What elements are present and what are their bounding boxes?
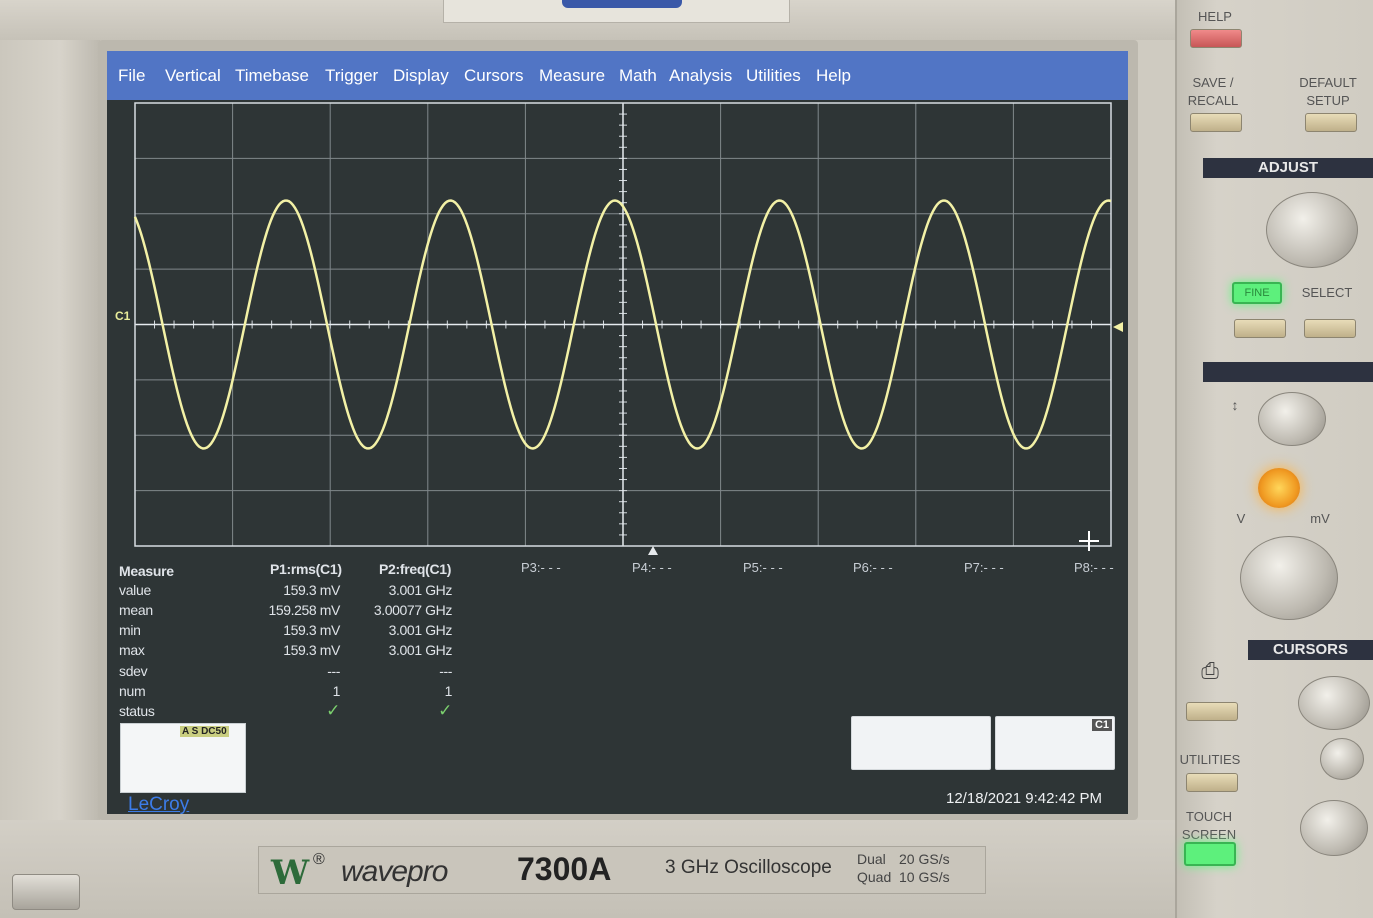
p1-sdev-value: --- [327, 663, 340, 679]
utilities-button[interactable] [1186, 773, 1238, 792]
crosshair-cursor [1079, 531, 1099, 551]
touch-screen-label: TOUCH SCREEN [1181, 809, 1237, 842]
volts-label: V [1236, 511, 1246, 526]
measure-row-label: num [119, 683, 146, 699]
help-button[interactable] [1190, 29, 1242, 48]
param-p7[interactable]: P7:- - - [964, 560, 1004, 575]
default-setup-button[interactable] [1305, 113, 1357, 132]
vertical-section-header [1203, 362, 1373, 382]
waveform-display[interactable] [107, 51, 1128, 814]
utilities-label: UTILITIES [1179, 752, 1241, 767]
cursor-knob[interactable] [1298, 676, 1370, 730]
save-recall-button[interactable] [1190, 113, 1242, 132]
graticule-ticks [134, 102, 1112, 547]
param-p8[interactable]: P8:- - - [1074, 560, 1114, 575]
volts-per-div-knob[interactable] [1240, 536, 1338, 620]
param-p3[interactable]: P3:- - - [521, 560, 561, 575]
vertical-position-knob[interactable] [1258, 392, 1326, 446]
trigger-level-marker [1113, 322, 1123, 332]
touch-screen-button[interactable] [1184, 842, 1236, 866]
fine-button[interactable]: FINE [1232, 282, 1282, 304]
p2-max-value: 3.001 GHz [388, 642, 453, 658]
measure-row-label: min [119, 622, 141, 638]
printer-icon: ⎙ [1201, 658, 1219, 683]
p1-value-value: 159.3 mV [283, 582, 340, 598]
registered-mark: ® [313, 851, 325, 868]
c1-channel-descriptor[interactable]: A S DC50 [120, 723, 246, 793]
timebase-descriptor[interactable] [851, 716, 991, 770]
param-p5[interactable]: P5:- - - [743, 560, 783, 575]
quad-rate: 10 GS/s [899, 869, 950, 885]
lecroy-logo: W [271, 853, 310, 893]
nameplate: W ® wavepro 7300A 3 GHz Oscilloscope Dua… [258, 846, 986, 894]
c1-coupling-tag: A S DC50 [180, 726, 229, 737]
measure-row-label: sdev [119, 663, 148, 679]
millivolts-label: mV [1310, 511, 1330, 526]
power-button[interactable] [12, 874, 80, 910]
left-frame [0, 40, 100, 840]
save-recall-label: SAVE / RECALL [1187, 75, 1239, 108]
p1-mean-value: 159.258 mV [268, 602, 341, 618]
default-setup-label: DEFAULT SETUP [1299, 75, 1357, 108]
adjust-knob[interactable] [1266, 192, 1358, 268]
p1-min-value: 159.3 mV [283, 622, 340, 638]
param-p4[interactable]: P4:- - - [632, 560, 672, 575]
param-p6[interactable]: P6:- - - [853, 560, 893, 575]
measure-row-label: mean [119, 602, 153, 618]
p2-status-value: ✓ [438, 701, 452, 720]
p2-sdev-value: --- [439, 663, 452, 679]
trigger-source-tag: C1 [1091, 719, 1112, 731]
dual-label: Dual [857, 851, 886, 867]
top-label-plate [443, 0, 790, 23]
p2-mean-value: 3.00077 GHz [373, 602, 453, 618]
adjust-header: ADJUST [1203, 158, 1373, 178]
select-button[interactable] [1304, 319, 1356, 338]
dual-rate: 20 GS/s [899, 851, 950, 867]
p1-status-value: ✓ [326, 701, 340, 720]
help-label: HELP [1198, 9, 1232, 24]
p2-value-value: 3.001 GHz [388, 582, 453, 598]
cursors-header: CURSORS [1248, 640, 1373, 660]
fine-lower-button[interactable] [1234, 319, 1286, 338]
trigger-descriptor[interactable]: C1 [995, 716, 1115, 770]
select-label: SELECT [1301, 285, 1353, 300]
trigger-position-marker [648, 546, 658, 555]
model-description: 3 GHz Oscilloscope [665, 857, 832, 878]
measure-row-label: value [119, 582, 151, 598]
measure-header: Measure [119, 563, 174, 579]
p2-num-value: 1 [444, 683, 453, 699]
measure-row-label: max [119, 642, 145, 658]
cursor-select-button[interactable] [1320, 738, 1364, 780]
p2-header[interactable]: P2:freq(C1) [379, 561, 451, 577]
position-arrows-icon: ↕ [1231, 397, 1239, 413]
series-name: wavepro [341, 855, 448, 888]
channel-label: C1 [115, 309, 131, 323]
p1-num-value: 1 [332, 683, 341, 699]
brand-link[interactable]: LeCroy [128, 794, 189, 814]
measure-row-label: status [119, 703, 155, 719]
quad-label: Quad [857, 869, 892, 885]
oscilloscope-screen[interactable]: File Vertical Timebase Trigger Display C… [107, 51, 1128, 814]
model-number: 7300A [517, 851, 612, 887]
cursor-position-knob[interactable] [1300, 800, 1368, 856]
p2-min-value: 3.001 GHz [388, 622, 453, 638]
variable-gain-button[interactable] [1258, 468, 1300, 508]
timestamp: 12/18/2021 9:42:42 PM [946, 790, 1102, 807]
p1-header[interactable]: P1:rms(C1) [270, 561, 342, 577]
p1-max-value: 159.3 mV [283, 642, 340, 658]
print-button[interactable] [1186, 702, 1238, 721]
